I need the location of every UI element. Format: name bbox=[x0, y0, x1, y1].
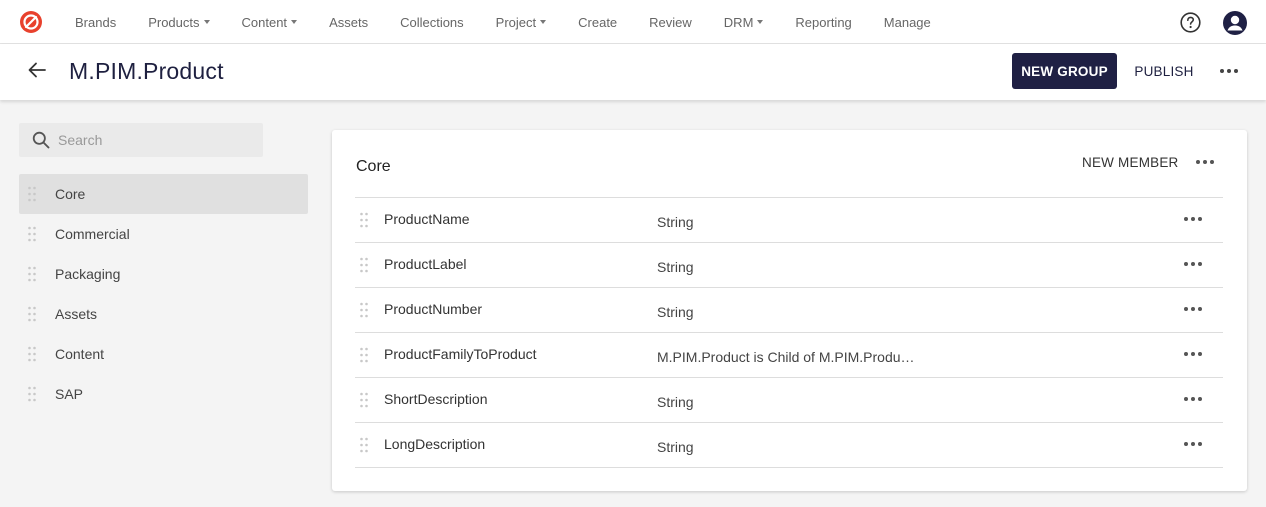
row-more-icon[interactable] bbox=[1181, 300, 1205, 318]
member-name: ShortDescription bbox=[384, 391, 488, 407]
nav-item-content[interactable]: Content bbox=[226, 0, 314, 44]
avatar-icon[interactable] bbox=[1223, 11, 1247, 35]
nav-item-label: Collections bbox=[400, 14, 464, 30]
member-name: ProductLabel bbox=[384, 256, 467, 272]
member-type: String bbox=[657, 259, 694, 275]
new-member-button[interactable]: NEW MEMBER bbox=[1082, 155, 1179, 170]
row-more-icon[interactable] bbox=[1181, 390, 1205, 408]
search-input[interactable] bbox=[58, 132, 248, 148]
member-name: ProductNumber bbox=[384, 301, 483, 317]
row-more-icon[interactable] bbox=[1181, 435, 1205, 453]
member-type: String bbox=[657, 439, 694, 455]
drag-handle-icon[interactable] bbox=[27, 186, 37, 202]
nav-item-label: Create bbox=[578, 14, 618, 30]
nav-item-create[interactable]: Create bbox=[562, 0, 633, 44]
drag-handle-icon[interactable] bbox=[359, 437, 369, 453]
drag-handle-icon[interactable] bbox=[27, 346, 37, 362]
drag-handle-icon[interactable] bbox=[27, 386, 37, 402]
drag-handle-icon[interactable] bbox=[359, 347, 369, 363]
top-navigation: Brands Products Content Assets Collections Pr… bbox=[0, 0, 1266, 44]
nav-item-label: Content bbox=[241, 14, 288, 30]
drag-handle-icon[interactable] bbox=[359, 392, 369, 408]
member-type: String bbox=[657, 214, 694, 230]
nav-item-assets[interactable]: Assets bbox=[313, 0, 384, 44]
member-name: ProductName bbox=[384, 211, 470, 227]
drag-handle-icon[interactable] bbox=[27, 226, 37, 242]
nav-item-label: Products bbox=[148, 14, 200, 30]
nav-item-label: Manage bbox=[883, 14, 931, 30]
logo-icon[interactable] bbox=[19, 10, 43, 34]
sidebar-item-label: Packaging bbox=[55, 266, 121, 282]
member-name: LongDescription bbox=[384, 436, 486, 452]
sidebar-item-label: Assets bbox=[55, 306, 98, 322]
search-icon bbox=[32, 131, 50, 149]
nav-item-label: Review bbox=[649, 14, 692, 30]
nav-item-reporting[interactable]: Reporting bbox=[779, 0, 867, 44]
drag-handle-icon[interactable] bbox=[359, 212, 369, 228]
table-row[interactable]: ProductName String bbox=[355, 198, 1223, 243]
nav-item-label: Reporting bbox=[795, 14, 852, 30]
sidebar-item-content[interactable]: Content bbox=[19, 334, 308, 374]
table-row[interactable]: ProductNumber String bbox=[355, 288, 1223, 333]
sidebar-item-commercial[interactable]: Commercial bbox=[19, 214, 308, 254]
sidebar-item-sap[interactable]: SAP bbox=[19, 374, 308, 414]
nav-item-label: Project bbox=[495, 14, 537, 30]
table-row[interactable]: ProductLabel String bbox=[355, 243, 1223, 288]
nav-item-brands[interactable]: Brands bbox=[59, 0, 132, 44]
nav-item-label: Brands bbox=[75, 14, 117, 30]
table-row[interactable]: LongDescription String bbox=[355, 423, 1223, 468]
nav-item-products[interactable]: Products bbox=[132, 0, 225, 44]
caret-down-icon bbox=[203, 20, 210, 24]
drag-handle-icon[interactable] bbox=[359, 302, 369, 318]
nav-menu: Brands Products Content Assets Collections Pr… bbox=[59, 0, 947, 44]
new-group-button[interactable]: NEW GROUP bbox=[1012, 53, 1117, 89]
help-icon[interactable] bbox=[1180, 12, 1201, 33]
group-title: Core bbox=[356, 158, 391, 175]
sidebar-item-label: Commercial bbox=[55, 226, 130, 242]
row-more-icon[interactable] bbox=[1181, 345, 1205, 363]
row-more-icon[interactable] bbox=[1181, 210, 1205, 228]
group-more-icon[interactable] bbox=[1193, 153, 1217, 171]
sidebar-item-core[interactable]: Core bbox=[19, 174, 308, 214]
nav-item-label: Assets bbox=[329, 14, 369, 30]
nav-item-review[interactable]: Review bbox=[633, 0, 708, 44]
group-list: Core Commercial Packaging Assets Content SAP bbox=[19, 174, 308, 414]
caret-down-icon bbox=[757, 20, 764, 24]
drag-handle-icon[interactable] bbox=[359, 257, 369, 273]
drag-handle-icon[interactable] bbox=[27, 266, 37, 282]
back-arrow-icon[interactable] bbox=[27, 60, 47, 80]
table-row[interactable]: ShortDescription String bbox=[355, 378, 1223, 423]
member-name: ProductFamilyToProduct bbox=[384, 346, 537, 362]
sidebar-item-label: SAP bbox=[55, 386, 84, 402]
sidebar-item-label: Core bbox=[55, 186, 86, 202]
sidebar-item-assets[interactable]: Assets bbox=[19, 294, 308, 334]
nav-item-label: DRM bbox=[723, 14, 754, 30]
member-type: String bbox=[657, 394, 694, 410]
caret-down-icon bbox=[540, 20, 547, 24]
sidebar-item-packaging[interactable]: Packaging bbox=[19, 254, 308, 294]
group-card: Core NEW MEMBER ProductName String Product… bbox=[332, 130, 1247, 491]
member-table: ProductName String ProductLabel String Produ… bbox=[355, 197, 1223, 468]
member-type: String bbox=[657, 304, 694, 320]
more-options-icon[interactable] bbox=[1217, 60, 1241, 82]
drag-handle-icon[interactable] bbox=[27, 306, 37, 322]
page-header: M.PIM.Product NEW GROUP PUBLISH bbox=[0, 44, 1266, 100]
table-row[interactable]: ProductFamilyToProduct M.PIM.Product is C… bbox=[355, 333, 1223, 378]
row-more-icon[interactable] bbox=[1181, 255, 1205, 273]
nav-item-collections[interactable]: Collections bbox=[384, 0, 480, 44]
nav-item-drm[interactable]: DRM bbox=[708, 0, 780, 44]
nav-item-project[interactable]: Project bbox=[480, 0, 562, 44]
caret-down-icon bbox=[291, 20, 298, 24]
page-title: M.PIM.Product bbox=[69, 58, 224, 84]
search-box bbox=[19, 123, 263, 157]
publish-button[interactable]: PUBLISH bbox=[1125, 53, 1203, 89]
sidebar-item-label: Content bbox=[55, 346, 105, 362]
member-type: M.PIM.Product is Child of M.PIM.Produ… bbox=[657, 349, 915, 365]
nav-item-manage[interactable]: Manage bbox=[868, 0, 947, 44]
